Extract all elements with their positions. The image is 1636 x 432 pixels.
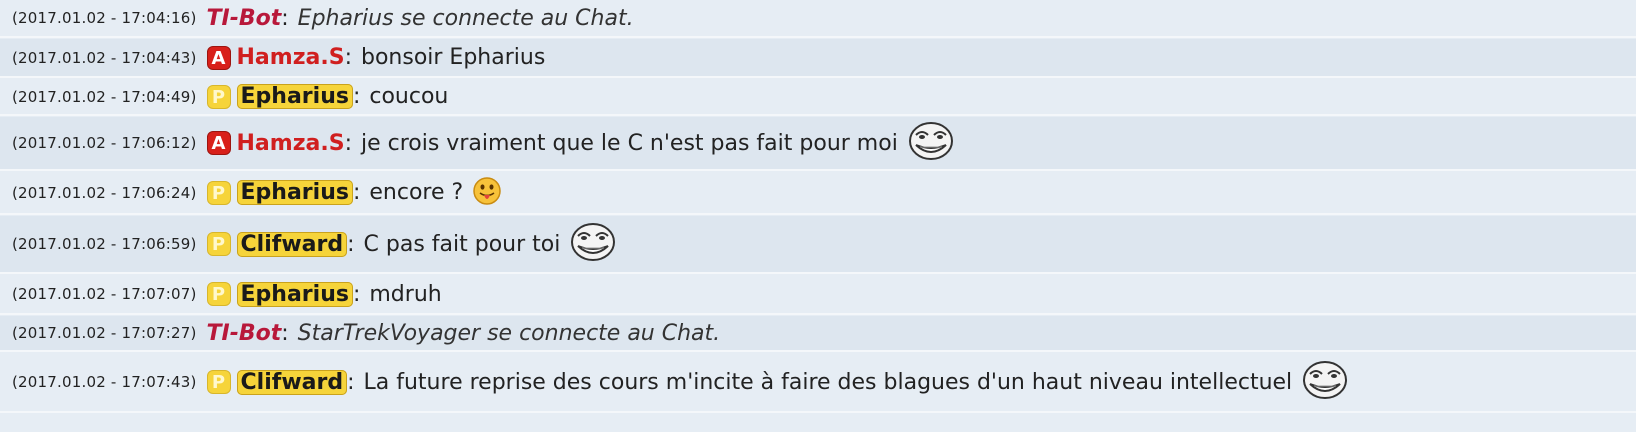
- chat-message: (2017.01.02 - 17:04:43) A Hamza.S: bonsoir …: [0, 39, 1636, 78]
- trollface-icon: [1302, 360, 1348, 404]
- message-username[interactable]: Epharius: [236, 84, 353, 109]
- message-text: mdruh: [369, 281, 442, 307]
- username-separator: :: [352, 180, 361, 205]
- message-text: C pas fait pour toi: [363, 231, 561, 257]
- message-username[interactable]: Epharius: [236, 281, 353, 307]
- message-text: Epharius se connecte au Chat.: [297, 5, 634, 31]
- message-timestamp: (2017.01.02 - 17:04:16): [12, 9, 197, 27]
- message-username[interactable]: Clifward: [236, 231, 348, 257]
- username-separator: :: [352, 84, 361, 109]
- message-timestamp: (2017.01.02 - 17:06:12): [12, 134, 197, 152]
- plain-badge-icon: P: [206, 232, 231, 256]
- message-text: encore ?: [369, 180, 464, 205]
- message-username[interactable]: Hamza.S: [237, 45, 345, 70]
- message-text: StarTrekVoyager se connecte au Chat.: [297, 320, 721, 346]
- admin-badge-icon: A: [206, 45, 231, 70]
- chat-log: (2017.01.02 - 17:04:16) TI-Bot: Epharius s…: [0, 0, 1636, 432]
- chat-message: (2017.01.02 - 17:07:43) P Clifward: La futu…: [0, 353, 1636, 413]
- username-separator: :: [344, 130, 352, 156]
- message-username[interactable]: Clifward: [236, 369, 348, 395]
- message-timestamp: (2017.01.02 - 17:04:49): [12, 87, 197, 106]
- message-username[interactable]: Epharius: [236, 180, 353, 205]
- message-text: bonsoir Epharius: [360, 45, 546, 70]
- message-timestamp: (2017.01.02 - 17:07:43): [12, 373, 197, 391]
- message-timestamp: (2017.01.02 - 17:07:27): [12, 324, 197, 342]
- tongue-smiley-icon: [473, 176, 501, 209]
- chat-message: (2017.01.02 - 17:07:07) P Epharius: mdruh: [0, 275, 1636, 315]
- username-separator: :: [281, 5, 289, 31]
- username-separator: :: [344, 45, 352, 70]
- username-separator: :: [347, 369, 355, 395]
- chat-message: (2017.01.02 - 17:04:49) P Epharius: coucou: [0, 79, 1636, 116]
- username-separator: :: [352, 281, 361, 307]
- message-username[interactable]: TI-Bot: [207, 321, 282, 346]
- plain-badge-icon: P: [206, 282, 231, 306]
- message-timestamp: (2017.01.02 - 17:06:24): [12, 183, 197, 202]
- trollface-icon: [908, 121, 954, 165]
- plain-badge-icon: P: [206, 84, 231, 109]
- plain-badge-icon: P: [206, 370, 231, 394]
- plain-badge-icon: P: [206, 180, 231, 205]
- chat-message: (2017.01.02 - 17:06:12) A Hamza.S: je crois…: [0, 117, 1636, 171]
- message-timestamp: (2017.01.02 - 17:06:59): [12, 235, 197, 253]
- chat-message: (2017.01.02 - 17:04:16) TI-Bot: Epharius s…: [0, 0, 1636, 38]
- chat-message: (2017.01.02 - 17:07:27) TI-Bot: StarTrekVo…: [0, 316, 1636, 352]
- username-separator: :: [347, 231, 355, 257]
- username-separator: :: [281, 320, 289, 346]
- message-text: je crois vraiment que le C n'est pas fai…: [360, 130, 898, 156]
- message-text: La future reprise des cours m'incite à f…: [363, 369, 1293, 395]
- trollface-icon: [570, 222, 616, 266]
- chat-message: (2017.01.02 - 17:06:59) P Clifward: C pas f…: [0, 216, 1636, 274]
- message-text: coucou: [369, 84, 449, 109]
- message-timestamp: (2017.01.02 - 17:07:07): [12, 285, 197, 303]
- message-timestamp: (2017.01.02 - 17:04:43): [12, 48, 197, 67]
- message-username[interactable]: Hamza.S: [237, 131, 345, 156]
- chat-message: (2017.01.02 - 17:06:24) P Epharius: encore …: [0, 172, 1636, 215]
- admin-badge-icon: A: [206, 131, 231, 155]
- message-username[interactable]: TI-Bot: [207, 6, 282, 31]
